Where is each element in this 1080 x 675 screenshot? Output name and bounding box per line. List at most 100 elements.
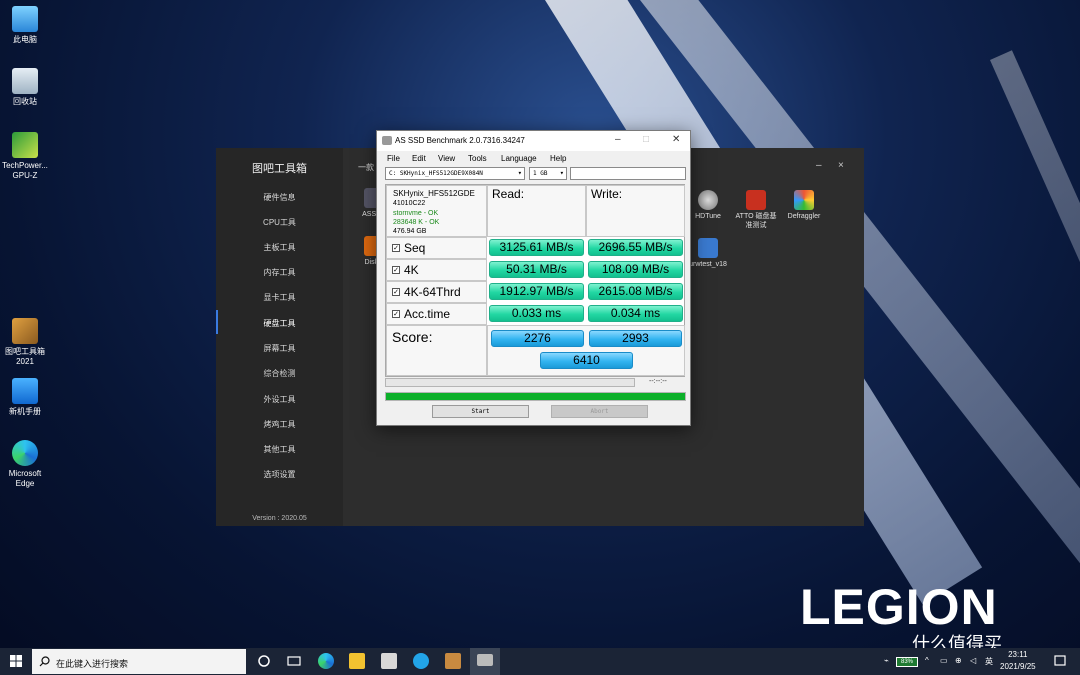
sidebar-item-peripheral-tools[interactable]: 外设工具	[216, 394, 343, 405]
defraggler-icon	[794, 190, 814, 210]
elapsed-time: --:--:--	[649, 378, 667, 385]
asssd-titlebar: AS SSD Benchmark 2.0.7316.34247 – □ ✕	[377, 131, 690, 151]
row-seq-label[interactable]: ✓ Seq	[392, 241, 425, 255]
results-grid: SKHynix_HFS512GDE 41010C22 stornvme - OK…	[385, 184, 685, 377]
4k-checkbox[interactable]: ✓	[392, 266, 400, 274]
score-label: Score:	[392, 329, 433, 345]
windows-start-icon[interactable]	[10, 655, 22, 667]
drive-select[interactable]: C: SKHynix_HFS512GDE9X084N ▾	[385, 167, 525, 180]
asssd-close-button[interactable]: ✕	[672, 134, 680, 145]
chevron-down-icon: ▾	[517, 169, 522, 177]
volume-icon[interactable]: ◁	[970, 656, 976, 665]
row-4k64-label[interactable]: ✓ 4K-64Thrd	[392, 285, 461, 299]
urwtest-icon	[698, 238, 718, 258]
app-blue-icon[interactable]	[413, 653, 429, 669]
chevron-down-icon: ▾	[559, 169, 564, 177]
row-acc-label-cell: ✓ Acc.time	[386, 303, 487, 325]
sidebar-item-cpu-tools[interactable]: CPU工具	[216, 217, 343, 228]
acc-write-value: 0.034 ms	[588, 305, 683, 322]
seq-checkbox[interactable]: ✓	[392, 244, 400, 252]
desktop-icon-gpuz[interactable]: TechPower... GPU-Z	[2, 132, 48, 181]
desktop-icon-toolbox[interactable]: 图吧工具箱 2021	[2, 318, 48, 367]
close-button[interactable]: ×	[838, 160, 844, 171]
sidebar-item-hardware-info[interactable]: 硬件信息	[216, 192, 343, 203]
asssd-logo-icon	[382, 136, 392, 145]
desktop-icon-recycle-bin[interactable]: 回收站	[2, 68, 48, 107]
app-urwtest[interactable]: urwtest_v18	[686, 238, 730, 269]
desktop-icon-edge[interactable]: Microsoft Edge	[2, 440, 48, 489]
asssd-taskbar-button[interactable]	[470, 648, 500, 675]
battery-indicator[interactable]: 83%	[896, 657, 918, 667]
score-write: 2993	[589, 330, 682, 347]
abort-button[interactable]: Abort	[551, 405, 648, 418]
menu-view[interactable]: View	[438, 154, 455, 163]
cortana-icon[interactable]	[256, 653, 272, 669]
overall-progress-fill	[386, 393, 685, 400]
4k64-checkbox[interactable]: ✓	[392, 288, 400, 296]
seq-write-value: 2696.55 MB/s	[588, 239, 683, 256]
toolbox-title: 图吧工具箱	[252, 163, 307, 175]
file-explorer-icon[interactable]	[349, 653, 365, 669]
toolbox-icon	[12, 318, 38, 344]
asssd-minimize-button[interactable]: –	[615, 134, 621, 145]
menu-edit[interactable]: Edit	[412, 154, 426, 163]
battery-plug-icon[interactable]: ⌁	[884, 656, 889, 665]
task-view-icon[interactable]	[286, 653, 302, 669]
mail-icon[interactable]	[381, 653, 397, 669]
alignment-status: 283648 K - OK	[393, 219, 440, 226]
row-acc-label[interactable]: ✓ Acc.time	[392, 307, 450, 321]
search-icon	[39, 656, 50, 667]
desktop-icon-manual[interactable]: 新机手册	[2, 378, 48, 417]
4k64-read-value: 1912.97 MB/s	[489, 283, 584, 300]
drive-info-panel: SKHynix_HFS512GDE 41010C22 stornvme - OK…	[386, 185, 487, 237]
sidebar-item-disk-tools[interactable]: 硬盘工具	[216, 318, 343, 329]
row-4k64-label-cell: ✓ 4K-64Thrd	[386, 281, 487, 303]
menu-help[interactable]: Help	[550, 154, 566, 163]
sidebar-item-settings[interactable]: 选项设置	[216, 469, 343, 480]
document-icon	[12, 378, 38, 404]
minimize-button[interactable]: –	[816, 160, 822, 171]
gpuz-icon	[12, 132, 38, 158]
sidebar-item-overall-test[interactable]: 综合检测	[216, 368, 343, 379]
sidebar-item-memory-tools[interactable]: 内存工具	[216, 267, 343, 278]
sidebar-item-other-tools[interactable]: 其他工具	[216, 444, 343, 455]
4k64-write-value: 2615.08 MB/s	[588, 283, 683, 300]
sidebar-item-stress-tools[interactable]: 烤鸡工具	[216, 419, 343, 430]
edge-taskbar-icon[interactable]	[318, 653, 334, 669]
asssd-title: AS SSD Benchmark 2.0.7316.34247	[395, 136, 525, 145]
sidebar-item-gpu-tools[interactable]: 显卡工具	[216, 292, 343, 303]
acc-checkbox[interactable]: ✓	[392, 310, 400, 318]
monitor-icon[interactable]: ▭	[940, 656, 948, 665]
desktop-icon-this-pc[interactable]: 此电脑	[2, 6, 48, 45]
drive-model: SKHynix_HFS512GDE	[393, 189, 475, 198]
app-defraggler[interactable]: Defraggler	[782, 190, 826, 221]
atto-icon	[746, 190, 766, 210]
4k-read-value: 50.31 MB/s	[489, 261, 584, 278]
row-4k-label-cell: ✓ 4K	[386, 259, 487, 281]
app-atto[interactable]: ATTO 磁盘基准测试	[734, 190, 778, 230]
row-seq-label-cell: ✓ Seq	[386, 237, 487, 259]
system-clock[interactable]: 23:11 2021/9/25	[1000, 649, 1036, 673]
edge-icon	[12, 440, 38, 466]
tool-tab[interactable]: 一款	[358, 162, 374, 173]
menu-language[interactable]: Language	[501, 154, 537, 163]
size-select[interactable]: 1 GB ▾	[529, 167, 567, 180]
sidebar-item-board-tools[interactable]: 主板工具	[216, 242, 343, 253]
menu-tools[interactable]: Tools	[468, 154, 487, 163]
menu-file[interactable]: File	[387, 154, 400, 163]
app-hdtune[interactable]: HDTune	[686, 190, 730, 221]
asssd-maximize-button[interactable]: □	[643, 134, 649, 145]
read-header: Read:	[492, 187, 525, 201]
ime-indicator[interactable]: 英	[985, 656, 993, 667]
write-header-cell: Write:	[586, 185, 685, 237]
chevron-up-icon[interactable]: ^	[925, 656, 929, 665]
row-4k-label[interactable]: ✓ 4K	[392, 263, 419, 277]
start-button[interactable]: Start	[432, 405, 529, 418]
taskbar-search-box[interactable]: 在此键入进行搜索	[32, 649, 246, 674]
overall-progress-bar	[385, 392, 686, 401]
toolbox-taskbar-icon[interactable]	[445, 653, 461, 669]
sidebar-item-screen-tools[interactable]: 屏幕工具	[216, 343, 343, 354]
notification-icon[interactable]	[1052, 653, 1068, 669]
notes-input[interactable]	[570, 167, 686, 180]
network-icon[interactable]: ⊕	[955, 656, 962, 665]
